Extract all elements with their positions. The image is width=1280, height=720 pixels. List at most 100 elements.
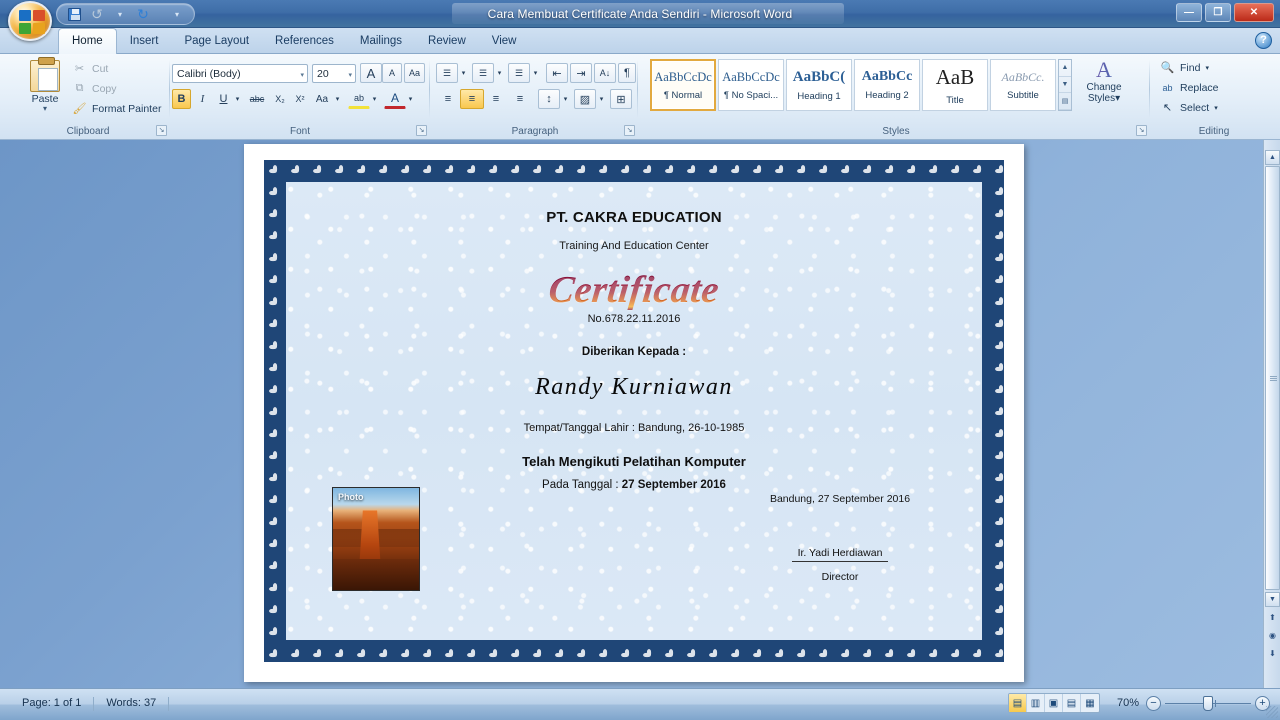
highlight-caret-icon[interactable]: ▾ [369,89,380,109]
next-page-button[interactable]: ⬇ [1266,648,1279,661]
font-name-combo[interactable]: Calibri (Body) ▾ [172,64,308,83]
decrease-indent-button[interactable]: ⇤ [546,63,568,83]
certificate-photo[interactable]: Photo [332,487,420,591]
justify-button[interactable]: ≡ [508,89,532,109]
bullets-button[interactable]: ☰ [436,63,458,83]
tab-review[interactable]: Review [415,28,479,54]
undo-dropdown-caret-icon[interactable]: ▾ [111,5,129,23]
tab-insert[interactable]: Insert [117,28,172,54]
word-count-indicator[interactable]: Words: 37 [94,694,168,712]
align-right-button[interactable]: ≡ [484,89,508,109]
select-caret-icon[interactable]: ▾ [1214,104,1218,112]
save-icon[interactable] [65,5,83,23]
office-button[interactable] [8,1,52,41]
clipboard-dialog-launcher[interactable]: ↘ [156,125,167,136]
document-workspace[interactable]: PT. CAKRA EDUCATION Training And Educati… [0,140,1280,688]
multilevel-caret-icon[interactable]: ▾ [530,63,541,83]
tab-home[interactable]: Home [58,28,117,54]
zoom-level-label[interactable]: 70% [1107,697,1139,709]
multilevel-list-button[interactable]: ☰ [508,63,530,83]
scroll-down-button[interactable]: ▼ [1265,592,1280,607]
zoom-slider-track[interactable] [1165,695,1251,711]
text-highlight-button[interactable]: ab [348,89,370,109]
bold-button[interactable]: B [172,89,191,109]
minimize-button[interactable]: — [1176,3,1202,22]
styles-gallery-scroll[interactable]: ▲ ▼ ▤ [1058,59,1072,111]
document-page[interactable]: PT. CAKRA EDUCATION Training And Educati… [244,144,1024,682]
view-draft-button[interactable]: ▦ [1081,694,1099,712]
help-icon[interactable]: ? [1255,32,1272,49]
scroll-up-button[interactable]: ▲ [1265,150,1280,165]
font-color-button[interactable]: A [384,89,406,109]
zoom-slider[interactable]: − + [1146,695,1270,711]
show-formatting-marks-button[interactable]: ¶ [618,63,636,83]
strikethrough-button[interactable]: abc [245,89,269,109]
scrollbar-thumb[interactable] [1265,166,1280,590]
shading-caret-icon[interactable]: ▾ [596,89,607,109]
select-browse-object-button[interactable]: ◉ [1266,630,1279,643]
shrink-font-button[interactable]: A [382,63,402,83]
view-web-layout-button[interactable]: ▣ [1045,694,1063,712]
align-left-button[interactable]: ≡ [436,89,460,109]
page-indicator[interactable]: Page: 1 of 1 [10,694,93,712]
maximize-button[interactable]: ❐ [1205,3,1231,22]
select-button[interactable]: ↖ Select ▾ [1160,100,1218,115]
numbering-button[interactable]: ☰ [472,63,494,83]
copy-button[interactable]: ⧉ Copy [72,81,117,96]
find-button[interactable]: 🔍 Find ▾ [1160,60,1209,75]
styles-dialog-launcher[interactable]: ↘ [1136,125,1147,136]
format-painter-button[interactable]: 🖌 Format Painter [72,101,162,116]
vertical-scrollbar[interactable]: ▲ ▼ ⬆ ◉ ⬇ [1263,140,1280,688]
sort-button[interactable]: A↓ [594,63,616,83]
styles-scroll-up-icon[interactable]: ▲ [1059,60,1071,77]
tab-references[interactable]: References [262,28,347,54]
styles-scroll-down-icon[interactable]: ▼ [1059,77,1071,94]
previous-page-button[interactable]: ⬆ [1266,612,1279,625]
style-heading-1[interactable]: AaBbC( Heading 1 [786,59,852,111]
change-styles-button[interactable]: A Change Styles▾ [1078,58,1130,105]
tab-view[interactable]: View [479,28,530,54]
replace-button[interactable]: ab Replace [1160,80,1218,95]
styles-more-icon[interactable]: ▤ [1059,93,1071,111]
undo-icon[interactable]: ↺ [88,5,106,23]
font-size-combo[interactable]: 20 ▾ [312,64,356,83]
line-spacing-caret-icon[interactable]: ▾ [560,89,571,109]
font-color-caret-icon[interactable]: ▾ [405,89,416,109]
style-no-spacing[interactable]: AaBbCcDc ¶ No Spaci... [718,59,784,111]
superscript-button[interactable]: X² [290,89,310,109]
clear-formatting-button[interactable]: Aa [404,63,425,83]
zoom-slider-thumb[interactable] [1203,695,1213,711]
subscript-button[interactable]: X₂ [270,89,290,109]
style-heading-2[interactable]: AaBbCc Heading 2 [854,59,920,111]
change-case-button[interactable]: Aa [311,89,333,109]
change-case-caret-icon[interactable]: ▾ [332,89,343,109]
increase-indent-button[interactable]: ⇥ [570,63,592,83]
paste-caret-icon[interactable]: ▾ [22,105,68,113]
view-outline-button[interactable]: ▤ [1063,694,1081,712]
find-caret-icon[interactable]: ▾ [1205,64,1209,72]
style-normal[interactable]: AaBbCcDc ¶ Normal [650,59,716,111]
underline-button[interactable]: U [214,89,233,109]
font-size-caret-icon[interactable]: ▾ [348,71,352,79]
numbering-caret-icon[interactable]: ▾ [494,63,505,83]
shading-button[interactable]: ▨ [574,89,596,109]
underline-caret-icon[interactable]: ▾ [232,89,243,109]
view-full-screen-reading-button[interactable]: ▥ [1027,694,1045,712]
font-name-caret-icon[interactable]: ▾ [300,71,304,79]
align-center-button[interactable]: ≡ [460,89,484,109]
italic-button[interactable]: I [193,89,212,109]
borders-button[interactable]: ⊞ [610,89,632,109]
cut-button[interactable]: ✂ Cut [72,61,108,76]
style-subtitle[interactable]: AaBbCc. Subtitle [990,59,1056,111]
close-button[interactable]: ✕ [1234,3,1274,22]
resize-grip-icon[interactable] [1266,706,1278,718]
paste-button[interactable]: Paste ▾ [22,57,68,116]
font-dialog-launcher[interactable]: ↘ [416,125,427,136]
tab-mailings[interactable]: Mailings [347,28,415,54]
view-print-layout-button[interactable]: ▤ [1009,694,1027,712]
redo-icon[interactable]: ↻ [134,5,152,23]
bullets-caret-icon[interactable]: ▾ [458,63,469,83]
line-spacing-button[interactable]: ↕ [538,89,560,109]
zoom-out-button[interactable]: − [1146,695,1161,711]
tab-page-layout[interactable]: Page Layout [171,28,262,54]
